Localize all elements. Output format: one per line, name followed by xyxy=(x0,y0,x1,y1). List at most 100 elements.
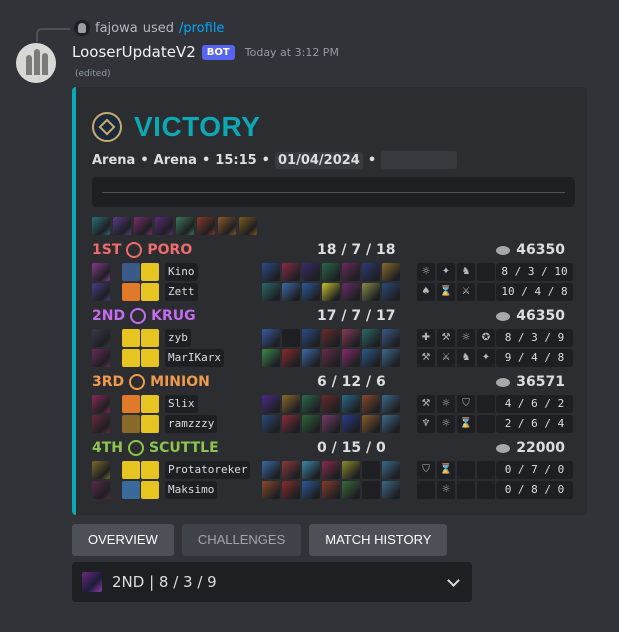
summoner-spell-icon xyxy=(141,395,159,413)
augment-icon: ⛉ xyxy=(457,395,475,413)
banned-champion-icon xyxy=(113,217,131,235)
player-select[interactable]: 2ND | 8 / 3 / 9 xyxy=(72,562,472,602)
team-header: 2ND KRUG 17 / 7 / 17 46350 xyxy=(92,308,575,326)
item-icon xyxy=(262,481,280,499)
item-icon xyxy=(362,283,380,301)
team-pet-icon xyxy=(126,242,143,258)
augment-icon: ☼ xyxy=(417,263,435,281)
item-build xyxy=(262,283,400,301)
item-build xyxy=(262,481,400,499)
item-icon xyxy=(382,283,400,301)
banned-champion-icon xyxy=(155,217,173,235)
player-kda: 8 / 3 / 10 xyxy=(496,263,573,281)
item-icon xyxy=(262,263,280,281)
action-buttons: OVERVIEW CHALLENGES MATCH HISTORY xyxy=(72,524,448,556)
item-icon xyxy=(302,415,320,433)
item-icon xyxy=(322,481,340,499)
team-rank: 4TH xyxy=(92,440,124,456)
augment-icon: ⌛ xyxy=(437,283,455,301)
augment-icon: ☼ xyxy=(437,481,455,499)
banned-champion-icon xyxy=(197,217,215,235)
bot-username[interactable]: LooserUpdateV2 xyxy=(72,43,196,61)
item-icon xyxy=(282,349,300,367)
player-name: Maksimo xyxy=(165,481,218,499)
augment-list: ⚒ ⚔ ♞ ✦ xyxy=(417,349,495,367)
chevron-down-icon[interactable] xyxy=(447,574,460,587)
augment-list: ♆ ☼ ⌛ xyxy=(417,415,495,433)
item-icon xyxy=(342,283,360,301)
banned-champion-icon xyxy=(92,217,110,235)
team-gold: 22000 xyxy=(516,440,565,456)
item-icon xyxy=(382,415,400,433)
bot-tag: BOT xyxy=(201,44,235,60)
player-row: Zett ♠ ⌛ ⚔ 10 / 4 / 8 xyxy=(92,283,575,303)
message-header: LooserUpdateV2 BOT Today at 3:12 PM xyxy=(72,43,339,61)
augment-list: ☼ ✦ ♞ xyxy=(417,263,495,281)
augment-icon: ⌛ xyxy=(457,415,475,433)
overview-button[interactable]: OVERVIEW xyxy=(72,524,174,556)
augment-icon: ⚒ xyxy=(437,329,455,347)
player-kda: 8 / 3 / 9 xyxy=(496,329,573,347)
team-header: 4TH SCUTTLE 0 / 15 / 0 22000 xyxy=(92,440,575,458)
item-icon xyxy=(342,349,360,367)
edited-label: (edited) xyxy=(75,69,111,79)
item-icon xyxy=(362,461,380,479)
team-gold: 46350 xyxy=(516,308,565,324)
reply-command[interactable]: /profile xyxy=(179,21,224,36)
gold-icon xyxy=(496,377,511,387)
item-build xyxy=(262,349,400,367)
augment-icon xyxy=(477,461,495,479)
player-kda: 0 / 7 / 0 xyxy=(496,461,573,479)
summoner-spell-icon xyxy=(122,283,140,301)
match-meta: Arena • Arena • 15:15 • 01/04/2024 • xyxy=(92,151,458,169)
team-score: 36571 xyxy=(496,374,565,390)
player-kda: 4 / 6 / 2 xyxy=(496,395,573,413)
item-icon xyxy=(382,263,400,281)
team-rank: 1ST xyxy=(92,242,122,258)
team-kda: 17 / 7 / 17 xyxy=(317,308,396,324)
replier-name[interactable]: fajowa xyxy=(95,21,138,36)
summoner-spell-icon xyxy=(122,461,140,479)
banned-champion-icon xyxy=(176,217,194,235)
item-icon xyxy=(362,329,380,347)
team-header: 3RD MINION 6 / 12 / 6 36571 xyxy=(92,374,575,392)
augment-icon: ✦ xyxy=(477,349,495,367)
bot-avatar[interactable] xyxy=(16,43,56,83)
augment-icon: ♆ xyxy=(417,415,435,433)
augment-icon: ♞ xyxy=(457,349,475,367)
augment-icon: ☼ xyxy=(457,329,475,347)
game-mode: Arena xyxy=(92,152,136,168)
player-kda: 0 / 8 / 0 xyxy=(496,481,573,499)
team-pet-name: KRUG xyxy=(151,308,196,324)
item-icon xyxy=(262,461,280,479)
player-name: Zett xyxy=(165,283,198,301)
match-history-button[interactable]: MATCH HISTORY xyxy=(309,524,448,556)
team-pet-icon xyxy=(130,308,147,324)
augment-icon: ✪ xyxy=(477,329,495,347)
reply-reference[interactable]: fajowa used /profile xyxy=(74,19,224,37)
team-pet-icon xyxy=(129,374,146,390)
team-rank: 3RD xyxy=(92,374,125,390)
item-icon xyxy=(262,395,280,413)
summoner-spell-icon xyxy=(141,263,159,281)
item-icon xyxy=(342,329,360,347)
item-icon xyxy=(282,395,300,413)
summoner-spell-icon xyxy=(141,481,159,499)
item-icon xyxy=(262,283,280,301)
item-icon xyxy=(362,349,380,367)
team-block: 2ND KRUG 17 / 7 / 17 46350 zyb ✚ ⚒ ☼ ✪ 8 / … xyxy=(92,308,575,368)
item-icon xyxy=(322,283,340,301)
challenges-button[interactable]: CHALLENGES xyxy=(181,524,302,556)
champion-icon xyxy=(92,461,110,479)
item-icon xyxy=(282,415,300,433)
player-row: Slix ⚒ ☼ ⛉ 4 / 6 / 2 xyxy=(92,395,575,415)
player-kda: 9 / 4 / 8 xyxy=(496,349,573,367)
item-icon xyxy=(342,415,360,433)
player-row: Kino ☼ ✦ ♞ 8 / 3 / 10 xyxy=(92,263,575,283)
team-gold: 46350 xyxy=(516,242,565,258)
team-score: 46350 xyxy=(496,242,565,258)
item-icon xyxy=(342,481,360,499)
team-block: 4TH SCUTTLE 0 / 15 / 0 22000 Protatoreke… xyxy=(92,440,575,500)
team-placement: 2ND KRUG xyxy=(92,308,196,324)
item-icon xyxy=(302,283,320,301)
